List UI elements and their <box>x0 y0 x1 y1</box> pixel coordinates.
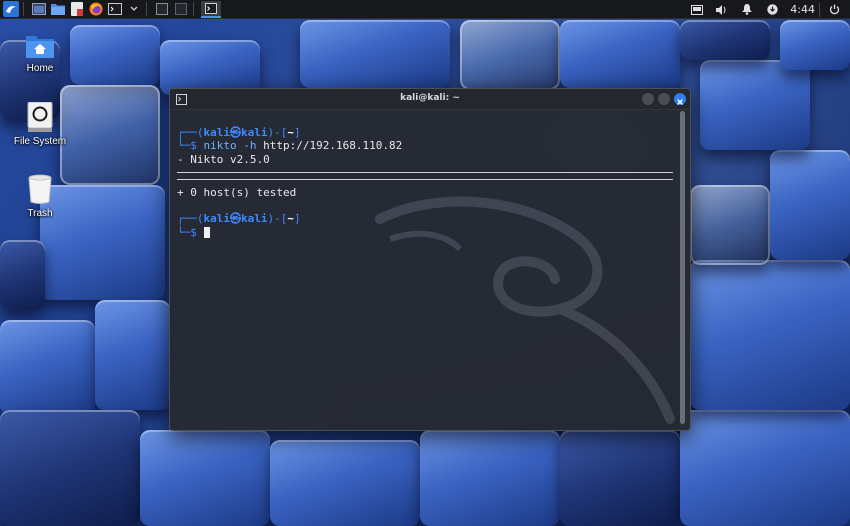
prompt-line: ┌──(kali㉿kali)-[~] <box>177 126 301 139</box>
desktop-icon-home[interactable]: Home <box>0 33 80 74</box>
home-folder-icon <box>26 36 54 58</box>
desktop-icon-label: Home <box>26 63 54 74</box>
prompt-dir: ~ <box>287 212 294 226</box>
taskbar-terminal-window[interactable] <box>201 0 221 18</box>
minimize-button[interactable] <box>642 93 654 105</box>
output-hosts: + 0 host(s) tested <box>177 185 297 199</box>
wallpaper-cube <box>460 20 560 90</box>
prompt-user: kali <box>203 126 231 139</box>
wallpaper-cube <box>700 60 810 150</box>
wallpaper-cube <box>270 440 420 526</box>
prompt-dir: ~ <box>287 126 294 139</box>
maximize-button[interactable] <box>658 93 670 105</box>
prompt-host: kali <box>241 212 268 226</box>
firefox-icon[interactable] <box>88 1 104 18</box>
wallpaper-cube <box>680 410 850 526</box>
prompt-at: ㉿ <box>230 212 241 226</box>
file-manager-icon[interactable] <box>50 1 66 18</box>
wallpaper-cube <box>95 300 170 410</box>
power-icon[interactable] <box>826 1 842 18</box>
wallpaper-cube <box>560 430 680 526</box>
desktop-icon-trash[interactable]: Trash <box>0 174 80 219</box>
clock[interactable]: 4:44 <box>790 3 815 16</box>
prompt-user: kali <box>203 212 231 226</box>
wallpaper-cube <box>690 260 850 410</box>
volume-icon[interactable] <box>714 1 730 18</box>
output-divider <box>177 178 673 180</box>
command-name: nikto <box>203 139 237 153</box>
wallpaper-cube <box>140 430 270 526</box>
terminal-scrollbar[interactable] <box>680 111 685 424</box>
text-editor-icon[interactable] <box>69 1 85 18</box>
wallpaper-cube <box>770 150 850 260</box>
command-arg: http://192.168.110.82 <box>256 139 403 153</box>
wallpaper-cube <box>0 320 95 415</box>
updates-icon[interactable] <box>764 1 780 18</box>
wallpaper-cube <box>0 410 140 526</box>
terminal-titlebar[interactable]: kali@kali: ~ <box>170 89 690 110</box>
system-tray: 4:44 <box>680 0 850 19</box>
drive-icon <box>27 102 53 132</box>
panel-separator <box>23 2 24 16</box>
wallpaper-cube <box>70 25 160 85</box>
input-line[interactable]: └─$ <box>177 226 678 239</box>
prompt-dollar: $ <box>190 139 204 153</box>
top-panel: 4:44 <box>0 0 850 19</box>
screen-icon[interactable] <box>689 1 705 18</box>
desktop-icon-file-system[interactable]: File System <box>0 102 80 147</box>
workspace-2-icon[interactable] <box>173 1 189 18</box>
prompt-dollar: $ <box>190 225 204 239</box>
prompt-line: ┌──(kali㉿kali)-[~] <box>177 212 301 226</box>
panel-separator <box>819 2 820 17</box>
workspace-icon[interactable] <box>31 1 47 18</box>
wallpaper-cube <box>560 20 680 88</box>
prompt-at: ㉿ <box>230 126 241 139</box>
desktop-icon-label: Trash <box>27 208 53 219</box>
workspace-1-icon[interactable] <box>154 1 170 18</box>
desktop-icon-label: File System <box>13 136 67 147</box>
wallpaper-cube <box>420 430 560 526</box>
command-line: └─$ nikto -h http://192.168.110.82 <box>177 139 403 153</box>
scrollbar-thumb[interactable] <box>680 111 685 424</box>
terminal-icon[interactable] <box>107 1 123 18</box>
terminal-output[interactable]: ┌──(kali㉿kali)-[~] └─$ nikto -h http://1… <box>170 111 678 430</box>
prompt-host: kali <box>241 126 268 139</box>
terminal-dropdown-icon[interactable] <box>126 1 142 18</box>
text-cursor <box>203 226 210 238</box>
close-button[interactable] <box>674 93 686 105</box>
close-icon <box>677 99 683 105</box>
notification-bell-icon[interactable] <box>739 1 755 18</box>
wallpaper-cube <box>0 240 45 310</box>
window-title: kali@kali: ~ <box>400 93 460 103</box>
wallpaper-cube <box>690 185 770 265</box>
output-version: - Nikto v2.5.0 <box>177 152 270 166</box>
trash-icon <box>28 174 52 204</box>
panel-separator <box>146 2 147 16</box>
kali-menu-icon[interactable] <box>3 1 19 18</box>
command-flag: -h <box>236 139 257 153</box>
terminal-window[interactable]: kali@kali: ~ ┌──(kali㉿kali)-[~] └─$ nikt… <box>169 88 691 431</box>
output-divider <box>177 171 673 173</box>
wallpaper-cube <box>680 20 770 60</box>
wallpaper-cube <box>780 20 850 70</box>
wallpaper-cube <box>160 40 260 95</box>
wallpaper-cube <box>300 20 450 88</box>
panel-separator <box>193 2 194 16</box>
